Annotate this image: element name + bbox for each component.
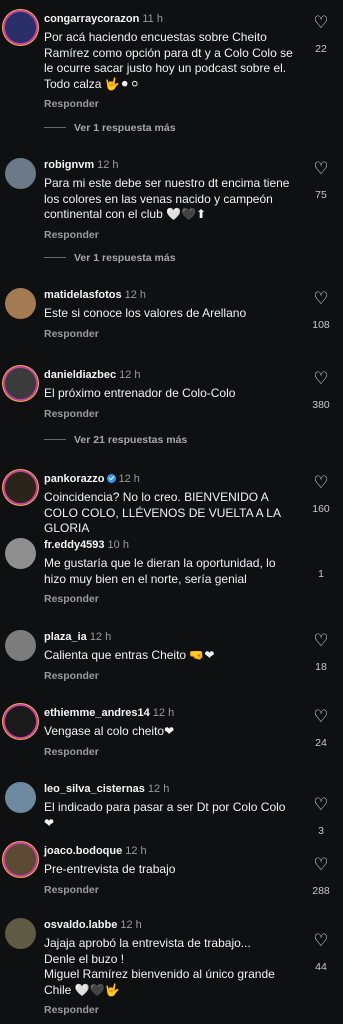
reply-button[interactable]: Responder (44, 328, 296, 340)
like-control[interactable]: ♡ 44 (311, 932, 331, 973)
timestamp: 10 h (107, 539, 129, 551)
heart-icon[interactable]: ♡ (311, 160, 331, 177)
thread-line (44, 439, 66, 440)
timestamp: 12 h (125, 845, 147, 857)
heart-icon[interactable]: ♡ (311, 290, 331, 307)
username[interactable]: congarraycorazon (44, 13, 139, 25)
view-more-label[interactable]: Ver 21 respuestas más (74, 434, 187, 446)
username[interactable]: robignvm (44, 159, 94, 171)
like-count: 288 (312, 885, 330, 897)
avatar[interactable] (5, 12, 36, 43)
like-control[interactable]: ♡ 160 (311, 474, 331, 515)
comment-text: Para mi este debe ser nuestro dt encima … (44, 176, 290, 221)
username[interactable]: joaco.bodoque (44, 845, 122, 857)
view-more-replies[interactable]: Ver 1 respuesta más (44, 122, 176, 134)
reply-button[interactable]: Responder (44, 670, 296, 682)
avatar[interactable] (5, 630, 36, 661)
avatar[interactable] (5, 368, 36, 399)
like-control[interactable]: ♡ 75 (311, 160, 331, 201)
like-count: 108 (312, 319, 330, 331)
like-count: 380 (312, 399, 330, 411)
comment-text: Este si conoce los valores de Arellano (44, 306, 247, 320)
username[interactable]: ethiemme_andres14 (44, 707, 150, 719)
username[interactable]: pankorazzo (44, 473, 105, 485)
like-control[interactable]: ♡ 108 (311, 290, 331, 331)
like-control[interactable]: ♡ 3 (311, 796, 331, 837)
like-control[interactable]: 1 (311, 556, 331, 580)
view-more-label[interactable]: Ver 1 respuesta más (74, 122, 176, 134)
heart-icon[interactable]: ♡ (311, 932, 331, 949)
heart-icon[interactable]: ♡ (311, 14, 331, 31)
like-count: 44 (315, 961, 327, 973)
avatar[interactable] (5, 844, 36, 875)
heart-icon[interactable]: ♡ (311, 856, 331, 873)
like-control[interactable]: ♡ 24 (311, 708, 331, 749)
heart-icon[interactable]: ♡ (311, 708, 331, 725)
comment-text: Vengase al colo cheito❤ (44, 724, 175, 738)
comment-text: Me gustaría que le dieran la oportunidad… (44, 556, 276, 586)
like-count: 160 (312, 503, 330, 515)
like-count: 3 (318, 825, 324, 837)
username[interactable]: osvaldo.labbe (44, 919, 117, 931)
like-control[interactable]: ♡ 380 (311, 370, 331, 411)
like-control[interactable]: ♡ 288 (311, 856, 331, 897)
view-more-replies[interactable]: Ver 21 respuestas más (44, 434, 187, 446)
avatar[interactable] (5, 782, 36, 813)
like-count: 24 (315, 737, 327, 749)
username[interactable]: plaza_ia (44, 631, 87, 643)
comment-text: Calienta que entras Cheito 🤜❤ (44, 648, 215, 662)
heart-icon[interactable]: ♡ (311, 474, 331, 491)
heart-icon[interactable]: ♡ (311, 632, 331, 649)
comment-text: El próximo entrenador de Colo-Colo (44, 386, 236, 400)
avatar[interactable] (5, 706, 36, 737)
avatar[interactable] (5, 538, 36, 569)
view-more-label[interactable]: Ver 1 respuesta más (74, 252, 176, 264)
reply-button[interactable]: Responder (44, 1004, 296, 1016)
comment-text: El indicado para pasar a ser Dt por Colo… (44, 800, 286, 830)
view-more-replies[interactable]: Ver 1 respuesta más (44, 252, 176, 264)
username[interactable]: danieldiazbec (44, 369, 116, 381)
avatar[interactable] (5, 472, 36, 503)
timestamp: 12 h (119, 369, 141, 381)
timestamp: 12 h (97, 159, 119, 171)
heart-icon[interactable]: ♡ (311, 796, 331, 813)
thread-line (44, 127, 66, 128)
username[interactable]: fr.eddy4593 (44, 539, 105, 551)
reply-button[interactable]: Responder (44, 746, 296, 758)
like-count: 1 (318, 568, 324, 580)
heart-icon[interactable]: ♡ (311, 370, 331, 387)
like-count: 18 (315, 661, 327, 673)
reply-button[interactable]: Responder (44, 884, 296, 896)
username[interactable]: leo_silva_cisternas (44, 783, 145, 795)
avatar[interactable] (5, 288, 36, 319)
like-control[interactable]: ♡ 18 (311, 632, 331, 673)
comment-text: Por acá haciendo encuestas sobre Cheito … (44, 30, 293, 91)
timestamp: 12 h (124, 289, 147, 301)
comment-text: Pre-entrevista de trabajo (44, 862, 176, 876)
verified-badge-icon (106, 474, 116, 483)
timestamp: 12 h (89, 631, 112, 643)
reply-button[interactable]: Responder (44, 593, 296, 605)
reply-button[interactable]: Responder (44, 98, 296, 110)
avatar[interactable] (5, 918, 36, 949)
comment-text: Jajaja aprobó la entrevista de trabajo..… (44, 936, 275, 997)
timestamp: 12 h (118, 473, 140, 485)
timestamp: 12 h (147, 783, 170, 795)
like-control[interactable]: ♡ 22 (311, 14, 331, 55)
timestamp: 12 h (152, 707, 175, 719)
username[interactable]: matidelasfotos (44, 289, 122, 301)
reply-button[interactable]: Responder (44, 229, 296, 241)
like-count: 22 (315, 43, 327, 55)
comments-feed: congarraycorazon 11 h Por acá haciendo en… (0, 0, 343, 1024)
reply-button[interactable]: Responder (44, 408, 296, 420)
like-count: 75 (315, 189, 327, 201)
timestamp: 11 h (142, 13, 163, 25)
avatar[interactable] (5, 158, 36, 189)
timestamp: 12 h (120, 919, 142, 931)
thread-line (44, 257, 66, 258)
comment-text: Coincidencia? No lo creo. BIENVENIDO A C… (44, 490, 281, 535)
